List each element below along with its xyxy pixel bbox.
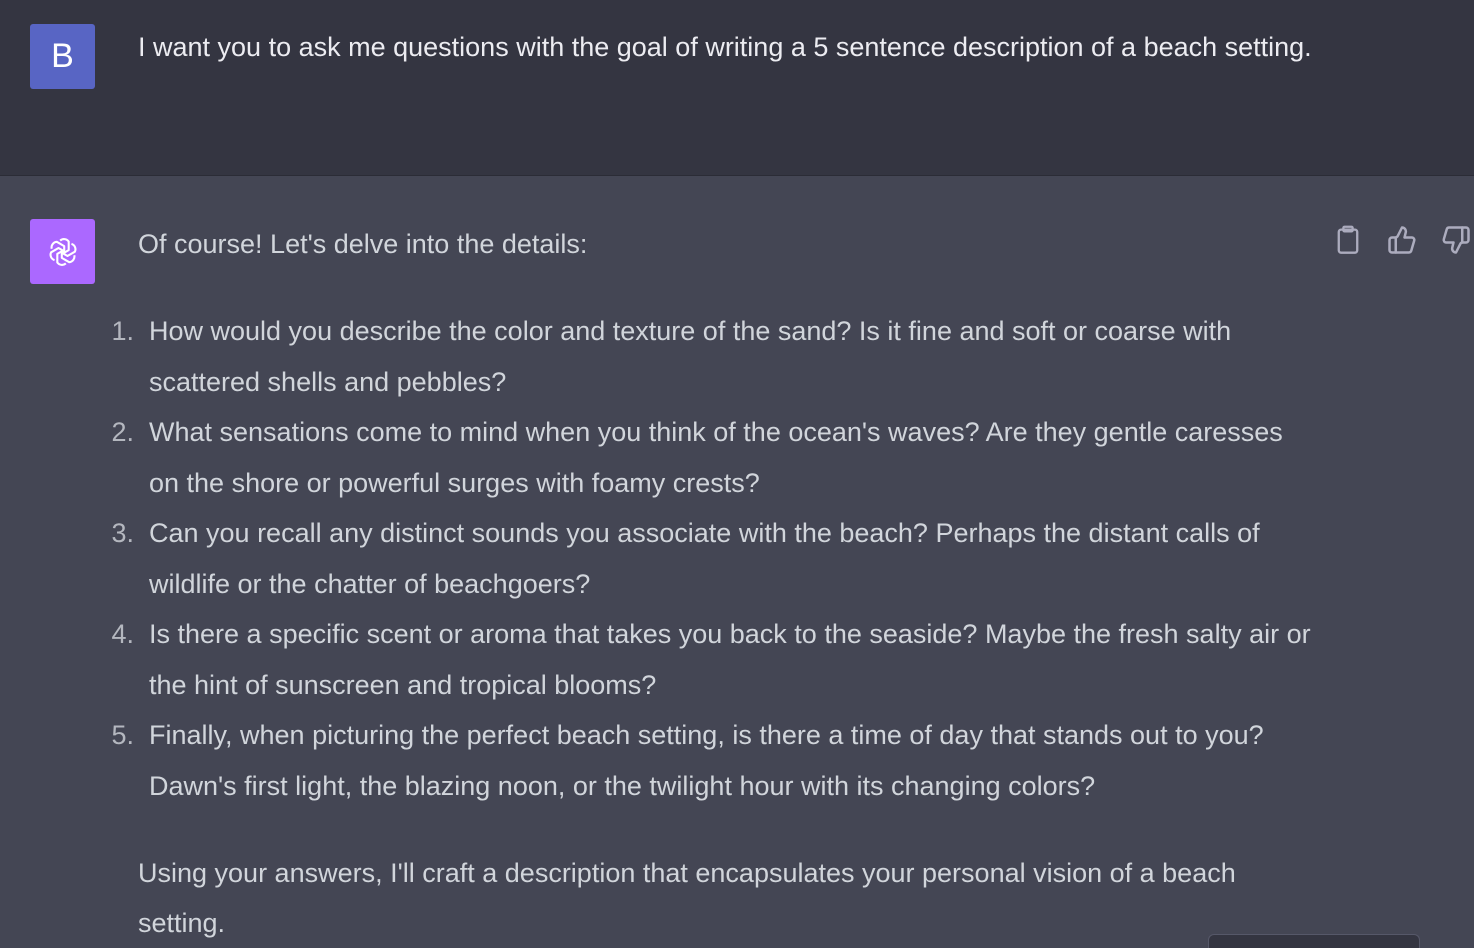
message-actions <box>1332 224 1472 256</box>
list-item: 1. How would you describe the color and … <box>0 306 1320 407</box>
list-item-number: 3. <box>111 518 134 548</box>
clipboard-icon <box>1337 225 1359 254</box>
user-message-text: I want you to ask me questions with the … <box>138 32 1312 62</box>
list-item-text: Finally, when picturing the perfect beac… <box>149 720 1264 801</box>
list-item-text: What sensations come to mind when you th… <box>149 417 1283 498</box>
list-item-text: How would you describe the color and tex… <box>149 316 1232 397</box>
thumbs-down-icon <box>1442 226 1470 254</box>
regenerate-button[interactable] <box>1208 934 1420 948</box>
user-message-row: B I want you to ask me questions with th… <box>0 0 1474 176</box>
thumbs-down-button[interactable] <box>1440 224 1472 256</box>
user-avatar-initial: B <box>51 37 74 75</box>
assistant-avatar <box>30 219 95 284</box>
assistant-closing: Using your answers, I'll craft a descrip… <box>138 858 1236 938</box>
user-avatar: B <box>30 24 95 89</box>
thumbs-up-button[interactable] <box>1386 224 1418 256</box>
list-item: 3. Can you recall any distinct sounds yo… <box>0 508 1320 609</box>
assistant-intro: Of course! Let's delve into the details: <box>138 229 588 259</box>
list-item-text: Is there a specific scent or aroma that … <box>149 619 1311 700</box>
list-item-number: 5. <box>111 720 134 750</box>
list-item-number: 2. <box>111 417 134 447</box>
list-item: 4. Is there a specific scent or aroma th… <box>0 609 1320 710</box>
list-item-text: Can you recall any distinct sounds you a… <box>149 518 1260 599</box>
copy-button[interactable] <box>1332 224 1364 256</box>
list-item: 5. Finally, when picturing the perfect b… <box>0 710 1320 811</box>
list-item: 2. What sensations come to mind when you… <box>0 407 1320 508</box>
question-list: 1. How would you describe the color and … <box>0 306 1320 811</box>
openai-logo-icon <box>49 237 76 266</box>
thumbs-up-icon <box>1388 226 1416 254</box>
assistant-message-row: Of course! Let's delve into the details:… <box>0 176 1474 948</box>
list-item-number: 1. <box>111 316 134 346</box>
list-item-number: 4. <box>111 619 134 649</box>
